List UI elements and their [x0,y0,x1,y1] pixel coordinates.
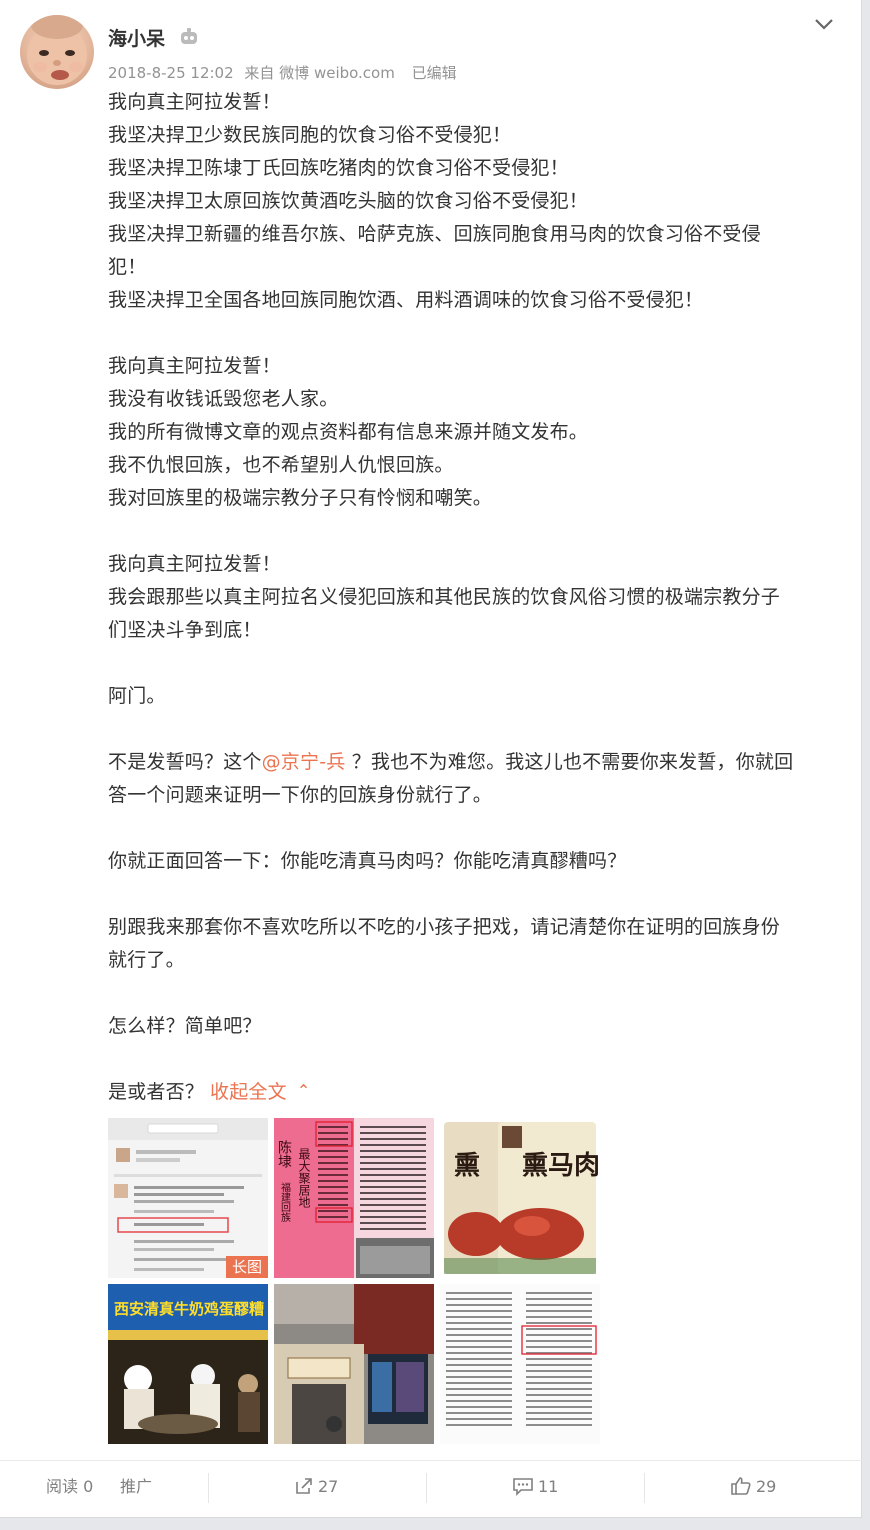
forward-count: 27 [318,1477,339,1496]
text-line: 怎么样？简单吧？ [108,1015,262,1037]
comment-button[interactable]: 11 [512,1461,558,1513]
text-line: 我坚决捍卫全国各地回族同胞饮酒、用料酒调味的饮食习俗不受侵犯！ [108,289,704,311]
post-source[interactable]: 来自 微博 weibo.com [244,64,394,82]
stall-banner: 西安清真牛奶鸡蛋醪糟 [114,1300,264,1318]
image-thumbnail-3[interactable]: 熏马肉 熏 [440,1118,600,1278]
text-line: 我的所有微博文章的观点资料都有信息来源并随文发布。 [108,421,589,443]
last-line-text: 是或者否？ [108,1081,205,1103]
text-line: 我没有收钱诋毁您老人家。 [108,388,339,410]
svg-text:熏: 熏 [454,1151,480,1181]
text-line: 阿门。 [108,685,166,707]
magazine-side-title: 最大聚居地 [297,1148,311,1208]
magazine-subtitle: 福建回族 [279,1181,291,1222]
image-thumbnail-2[interactable]: 陈埭 福建回族 最大聚居地 [274,1118,434,1278]
promote-button[interactable]: 推广 [120,1461,152,1513]
text-line: 我坚决捍卫少数民族同胞的饮食习俗不受侵犯！ [108,124,512,146]
like-button[interactable]: 29 [730,1461,776,1513]
like-count: 29 [756,1477,777,1496]
image-thumbnail-5[interactable] [274,1284,434,1444]
text-line: 答一个问题来证明一下你的回族身份就行了。 [108,784,493,806]
member-badge-icon[interactable] [178,27,200,47]
text-line: 我向真主阿拉发誓！ [108,91,281,113]
post-action-bar: 阅读 0 推广 27 11 29 [0,1460,862,1512]
divider [426,1473,427,1503]
post-meta: 2018-8-25 12:02 来自 微博 weibo.com 已编辑 [108,62,463,83]
mention-after: ？我也不为难您。我这儿也不需要你来发誓，你就回 [345,751,794,773]
image-thumbnail-6[interactable] [440,1284,600,1444]
collapse-full-text-link[interactable]: 收起全文 ⌃ [210,1081,310,1103]
username[interactable]: 海小呆 [108,24,165,51]
comment-count: 11 [538,1477,559,1496]
image-thumbnail-1[interactable]: 长图 [108,1118,268,1278]
chevron-down-icon[interactable] [812,14,836,34]
user-mention-link[interactable]: @京宁-兵 [262,751,346,773]
text-line: 别跟我来那套你不喜欢吃所以不吃的小孩子把戏，请记清楚你在证明的回族身份 [108,916,781,938]
read-count: 阅读 0 [46,1477,94,1496]
text-line: 我对回族里的极端宗教分子只有怜悯和嘲笑。 [108,487,493,509]
image-grid: 长图 陈埭 福建回族 最大聚居地 熏马肉 熏 西安清真牛奶鸡蛋醪糟 [108,1118,600,1444]
long-image-badge: 长图 [225,1256,268,1278]
text-line: 你就正面回答一下：你能吃清真马肉吗？你能吃清真醪糟吗？ [108,850,627,872]
last-line: 是或者否？ 收起全文 ⌃ [108,1076,840,1109]
forward-button[interactable]: 27 [294,1461,338,1513]
chevron-up-icon[interactable]: ⌃ [297,1074,311,1107]
text-line: 我向真主阿拉发誓！ [108,355,281,377]
post-date[interactable]: 2018-8-25 12:02 [108,64,234,82]
divider [208,1473,209,1503]
mention-before: 不是发誓吗？这个 [108,751,262,773]
text-line: 我坚决捍卫太原回族饮黄酒吃头脑的饮食习俗不受侵犯！ [108,190,589,212]
text-line-with-mention: 不是发誓吗？这个@京宁-兵 ？我也不为难您。我这儿也不需要你来发誓，你就回 [108,746,840,779]
text-line: 我坚决捍卫陈埭丁氏回族吃猪肉的饮食习俗不受侵犯！ [108,157,569,179]
image-thumbnail-4[interactable]: 西安清真牛奶鸡蛋醪糟 [108,1284,268,1444]
magazine-title: 陈埭 [276,1139,292,1168]
package-title: 熏马肉 [522,1151,600,1181]
comment-icon [513,1477,533,1496]
text-line: 我坚决捍卫新疆的维吾尔族、哈萨克族、回族同胞食用马肉的饮食习俗不受侵 [108,223,761,245]
divider [644,1473,645,1503]
weibo-post-card: 海小呆 2018-8-25 12:02 来自 微博 weibo.com 已编辑 … [0,0,862,1518]
edited-label[interactable]: 已编辑 [412,64,457,82]
text-line: 我向真主阿拉发誓！ [108,553,281,575]
text-line: 们坚决斗争到底！ [108,619,262,641]
text-line: 我会跟那些以真主阿拉名义侵犯回族和其他民族的饮食风俗习惯的极端宗教分子 [108,586,781,608]
forward-icon [296,1477,312,1494]
text-line: 我不仇恨回族，也不希望别人仇恨回族。 [108,454,454,476]
avatar[interactable] [20,15,94,89]
text-line: 就行了。 [108,949,185,971]
thumbs-up-icon [731,1476,751,1495]
text-line: 犯！ [108,256,147,278]
collapse-label[interactable]: 收起全文 [210,1081,287,1103]
post-body: 我向真主阿拉发誓！ 我坚决捍卫少数民族同胞的饮食习俗不受侵犯！ 我坚决捍卫陈埭丁… [108,86,840,1109]
